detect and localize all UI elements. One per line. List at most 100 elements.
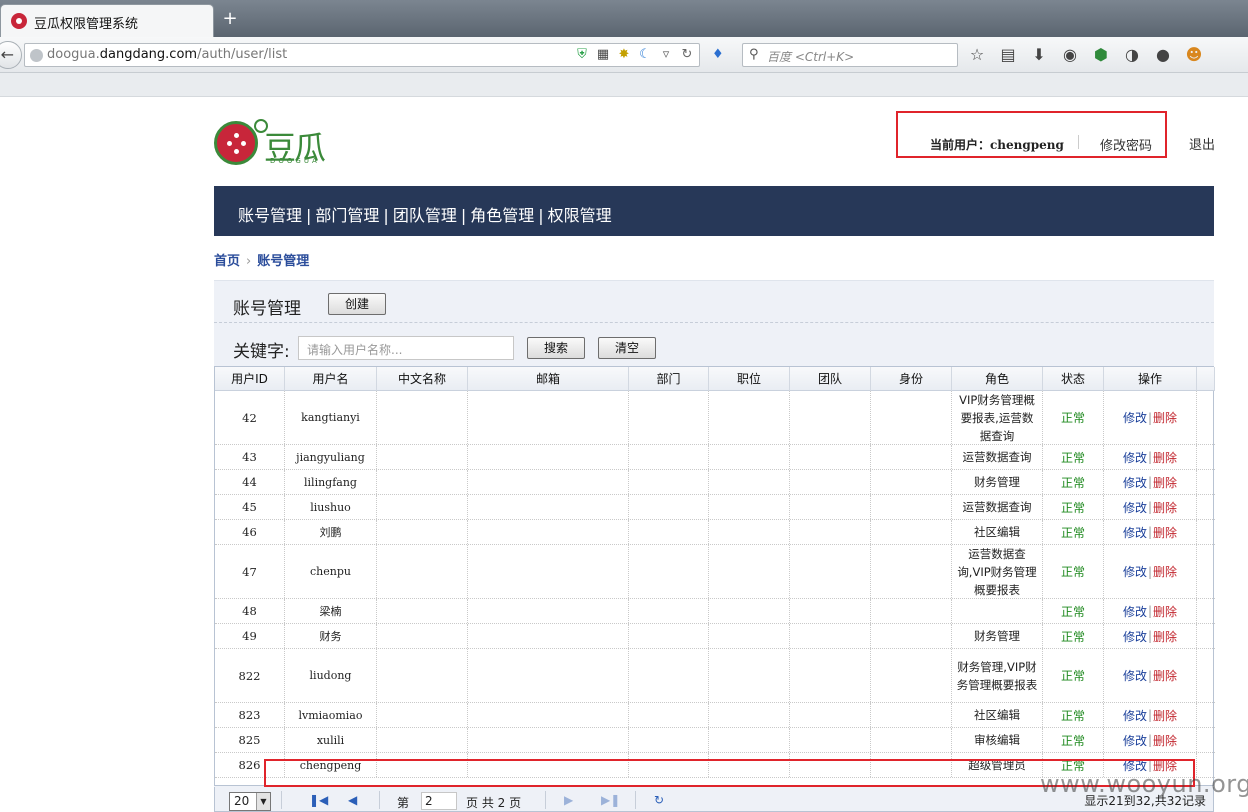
prev-page-icon[interactable]: ◀: [348, 793, 357, 807]
cell-username: xulili: [285, 728, 377, 752]
first-page-icon[interactable]: ❚◀: [309, 793, 328, 807]
dropdown-arrow-icon[interactable]: ▿: [658, 46, 674, 64]
breadcrumb-home[interactable]: 首页: [214, 254, 240, 269]
column-header[interactable]: 角色: [952, 367, 1043, 391]
column-header[interactable]: 邮箱: [468, 367, 629, 391]
edit-link[interactable]: 修改: [1123, 474, 1147, 491]
edit-link[interactable]: 修改: [1123, 563, 1147, 580]
cell-role: 运营数据查询,VIP财务管理概要报表: [952, 545, 1043, 598]
column-header[interactable]: 部门: [629, 367, 709, 391]
delete-link[interactable]: 删除: [1153, 603, 1177, 620]
reload-icon[interactable]: ↻: [679, 46, 695, 64]
delete-link[interactable]: 删除: [1153, 474, 1177, 491]
clear-button[interactable]: 清空: [598, 337, 656, 359]
edit-link[interactable]: 修改: [1123, 499, 1147, 516]
column-header[interactable]: 身份: [871, 367, 952, 391]
change-password-link[interactable]: 修改密码: [1100, 135, 1152, 154]
edit-link[interactable]: 修改: [1123, 732, 1147, 749]
nav-item-permissions[interactable]: 权限管理: [548, 206, 612, 225]
delete-link[interactable]: 删除: [1153, 732, 1177, 749]
cell-identity: [871, 445, 952, 469]
cell-role: VIP财务管理概要报表,运营数据查询: [952, 391, 1043, 444]
cell-department: [629, 599, 709, 623]
reading-list-icon[interactable]: ▤: [997, 44, 1019, 66]
cell-identity: [871, 703, 952, 727]
addon-globe-icon[interactable]: ◉: [1059, 44, 1081, 66]
cell-user-id: 44: [215, 470, 285, 494]
page-size-select[interactable]: 20 ▼: [229, 792, 271, 811]
breadcrumb-current[interactable]: 账号管理: [257, 254, 309, 269]
column-header[interactable]: 操作: [1104, 367, 1197, 391]
next-page-icon[interactable]: ▶: [564, 793, 573, 807]
column-header[interactable]: 状态: [1043, 367, 1104, 391]
palette-icon[interactable]: ◑: [1121, 44, 1143, 66]
nav-item-roles[interactable]: 角色管理: [470, 206, 534, 225]
back-button[interactable]: ←: [0, 41, 22, 69]
edit-link[interactable]: 修改: [1123, 449, 1147, 466]
column-header[interactable]: 用户ID: [215, 367, 285, 391]
edit-link[interactable]: 修改: [1123, 667, 1147, 684]
column-header[interactable]: 用户名: [285, 367, 377, 391]
dropbox-icon[interactable]: ♦: [712, 47, 728, 63]
search-button[interactable]: 搜索: [527, 337, 585, 359]
nav-item-departments[interactable]: 部门管理: [315, 206, 379, 225]
edit-link[interactable]: 修改: [1123, 628, 1147, 645]
logo-mark-icon: [214, 121, 258, 165]
addon-shield-icon[interactable]: ⬢: [1090, 44, 1112, 66]
browser-tab[interactable]: 豆瓜权限管理系统: [0, 4, 214, 37]
site-logo[interactable]: 豆瓜 DOOGUA: [214, 119, 334, 169]
cell-role: 运营数据查询: [952, 495, 1043, 519]
cell-team: [790, 391, 871, 444]
create-button[interactable]: 创建: [328, 293, 386, 315]
cell-spacer: [1197, 624, 1215, 648]
bug-icon[interactable]: ✸: [616, 46, 632, 64]
cell-position: [709, 520, 790, 544]
nav-item-accounts[interactable]: 账号管理: [238, 206, 302, 225]
cell-chinese-name: [377, 753, 468, 777]
edit-link[interactable]: 修改: [1123, 524, 1147, 541]
delete-link[interactable]: 删除: [1153, 707, 1177, 724]
edit-link[interactable]: 修改: [1123, 409, 1147, 426]
search-bar[interactable]: ⚲ 百度 <Ctrl+K>: [742, 43, 958, 67]
divider: [545, 791, 546, 809]
column-header[interactable]: 团队: [790, 367, 871, 391]
bookmark-star-icon[interactable]: ☆: [966, 44, 988, 66]
delete-link[interactable]: 删除: [1153, 524, 1177, 541]
addon-gray-icon[interactable]: ●: [1152, 44, 1174, 66]
cell-email: [468, 649, 629, 702]
refresh-icon[interactable]: ↻: [654, 793, 664, 807]
delete-link[interactable]: 删除: [1153, 499, 1177, 516]
moon-icon[interactable]: ☾: [637, 46, 653, 64]
cell-identity: [871, 495, 952, 519]
column-header[interactable]: 中文名称: [377, 367, 468, 391]
column-header[interactable]: 职位: [709, 367, 790, 391]
cell-chinese-name: [377, 728, 468, 752]
cell-username: chengpeng: [285, 753, 377, 777]
page-number-input[interactable]: 2: [421, 792, 457, 810]
cell-team: [790, 445, 871, 469]
qr-code-icon[interactable]: ▦: [595, 46, 611, 64]
new-tab-button[interactable]: +: [220, 9, 240, 29]
shield-icon[interactable]: ⛨: [574, 46, 590, 64]
logout-link[interactable]: 退出: [1189, 134, 1215, 153]
cell-actions: 修改 | 删除: [1104, 445, 1197, 469]
last-page-icon[interactable]: ▶❚: [601, 793, 620, 807]
delete-link[interactable]: 删除: [1153, 563, 1177, 580]
cell-position: [709, 624, 790, 648]
nav-item-teams[interactable]: 团队管理: [393, 206, 457, 225]
cell-chinese-name: [377, 445, 468, 469]
cell-team: [790, 520, 871, 544]
action-separator: |: [1147, 525, 1153, 539]
edit-link[interactable]: 修改: [1123, 707, 1147, 724]
address-bar[interactable]: doogua.dangdang.com/auth/user/list ⛨ ▦ ✸…: [24, 43, 700, 67]
keyword-input[interactable]: 请输入用户名称...: [298, 336, 514, 360]
delete-link[interactable]: 删除: [1153, 667, 1177, 684]
addon-face-icon[interactable]: ☻: [1183, 44, 1205, 66]
download-icon[interactable]: ⬇: [1028, 44, 1050, 66]
edit-link[interactable]: 修改: [1123, 603, 1147, 620]
delete-link[interactable]: 删除: [1153, 449, 1177, 466]
delete-link[interactable]: 删除: [1153, 409, 1177, 426]
user-table: 用户ID 用户名 中文名称 邮箱 部门 职位 团队 身份 角色 状态 操作 42…: [214, 366, 1215, 786]
delete-link[interactable]: 删除: [1153, 628, 1177, 645]
cell-user-id: 49: [215, 624, 285, 648]
